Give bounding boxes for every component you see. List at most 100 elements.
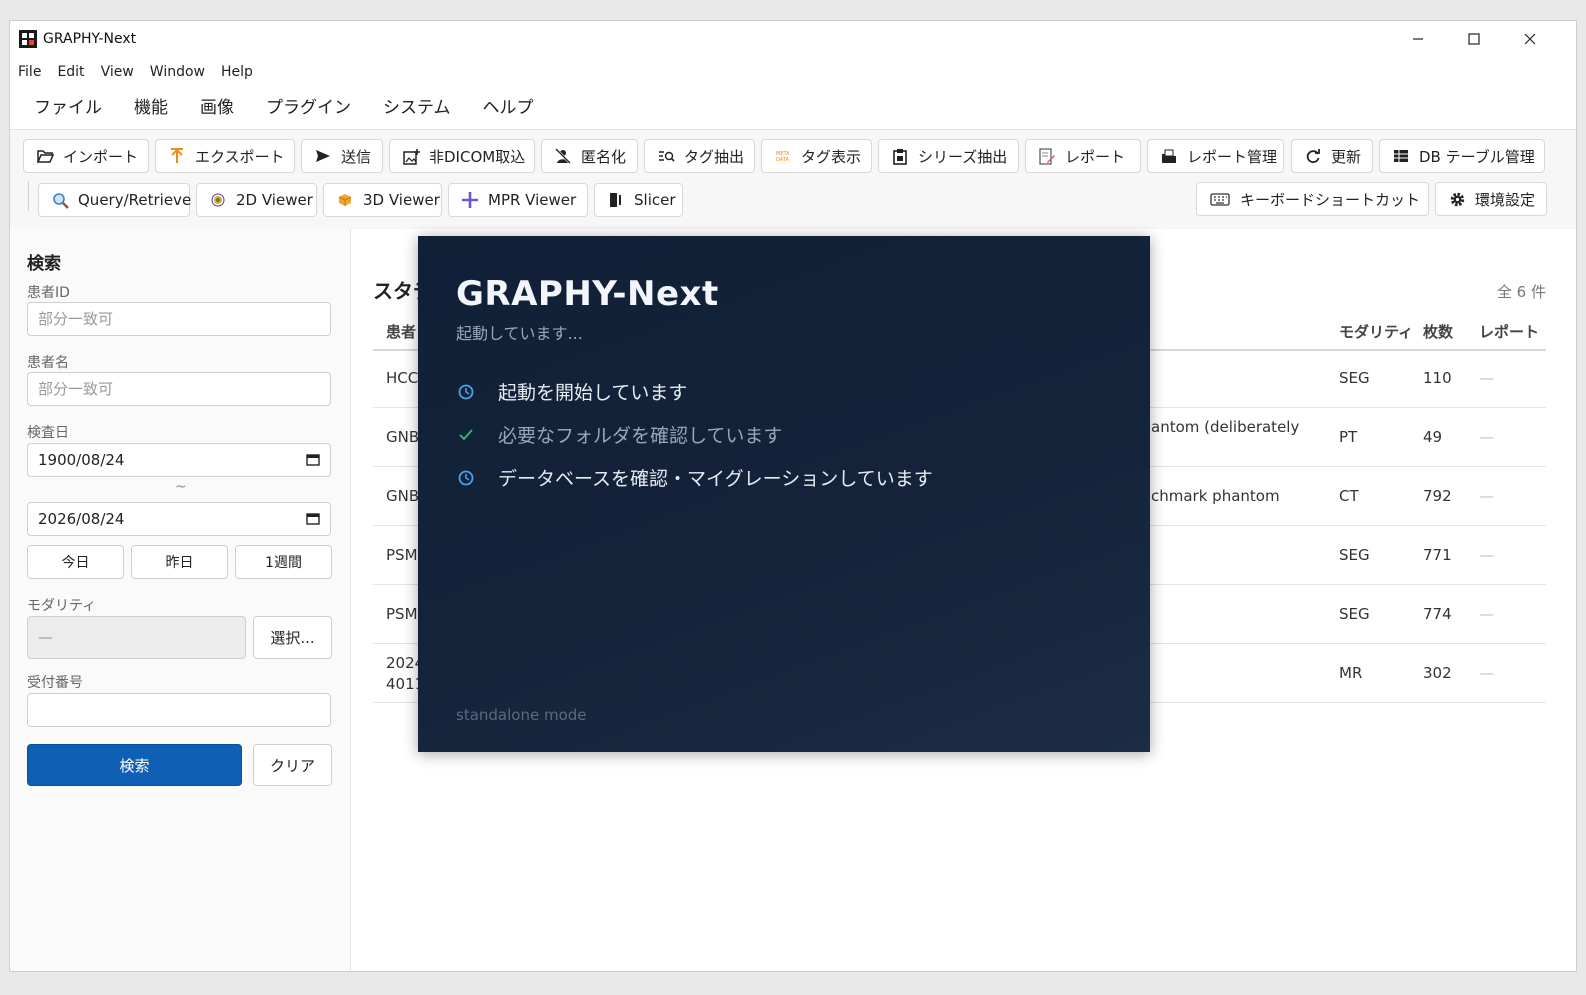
startup-step-text: データベースを確認・マイグレーションしています (498, 468, 933, 490)
col-patient[interactable]: 患者 (386, 321, 416, 342)
today-button[interactable]: 今日 (27, 545, 124, 579)
studies-count: 全 6 件 (1496, 283, 1546, 301)
jmenu-file[interactable]: ファイル (18, 95, 118, 121)
cell-count: 110 (1423, 369, 1452, 387)
tag-display-button[interactable]: META DATA タグ表示 (761, 139, 872, 173)
splash-subtitle: 起動しています... (456, 324, 583, 343)
yesterday-button[interactable]: 昨日 (131, 545, 228, 579)
menu-bar: File Edit View Window Help (10, 61, 261, 83)
series-extract-icon (891, 147, 909, 165)
slicer-icon (607, 191, 625, 209)
calendar-icon (306, 454, 320, 466)
report-button[interactable]: レポート (1025, 139, 1141, 173)
tag-extract-button[interactable]: タグ抽出 (644, 139, 755, 173)
cell-modality: SEG (1339, 605, 1370, 623)
date-from-value: 1900/08/24 (38, 451, 125, 469)
anonymize-icon (554, 147, 572, 165)
export-button[interactable]: エクスポート (155, 139, 295, 173)
tag-display-label: タグ表示 (801, 147, 862, 166)
col-count[interactable]: 枚数 (1423, 321, 1453, 342)
title-bar: GRAPHY-Next (10, 21, 1576, 57)
date-to-input[interactable]: 2026/08/24 (27, 502, 331, 536)
tag-extract-label: タグ抽出 (684, 147, 745, 166)
startup-step: 起動を開始しています (456, 378, 687, 405)
slicer-button[interactable]: Slicer (594, 183, 683, 217)
accession-label: 受付番号 (27, 675, 83, 691)
series-extract-button[interactable]: シリーズ抽出 (878, 139, 1019, 173)
accession-input[interactable] (27, 693, 331, 727)
viewer-3d-button[interactable]: 3D Viewer (323, 183, 442, 217)
magnifier-icon (51, 191, 69, 209)
search-panel-title: 検索 (27, 254, 61, 274)
col-modality[interactable]: モダリティ (1339, 321, 1413, 342)
anonymize-button[interactable]: 匿名化 (541, 139, 638, 173)
menu-edit[interactable]: Edit (49, 61, 92, 83)
cell-patient: GNB (386, 428, 420, 446)
date-to-value: 2026/08/24 (38, 510, 125, 528)
app-logo-icon (19, 30, 37, 48)
cell-report: — (1479, 369, 1494, 387)
cell-count: 774 (1423, 605, 1452, 623)
report-label: レポート (1065, 147, 1126, 166)
viewer-2d-button[interactable]: 2D Viewer (196, 183, 317, 217)
non-dicom-import-label: 非DICOM取込 (429, 147, 526, 166)
keyboard-shortcut-button[interactable]: キーボードショートカット (1196, 182, 1429, 216)
cell-report: — (1479, 428, 1494, 446)
cell-modality: SEG (1339, 369, 1370, 387)
patient-id-input[interactable]: 部分一致可 (27, 302, 331, 336)
refresh-button[interactable]: 更新 (1291, 139, 1373, 173)
mpr-viewer-button[interactable]: MPR Viewer (448, 183, 588, 217)
date-from-input[interactable]: 1900/08/24 (27, 443, 331, 477)
search-button[interactable]: 検索 (27, 744, 242, 786)
menu-window[interactable]: Window (142, 61, 213, 83)
date-range-tilde: ~ (175, 479, 187, 495)
jmenu-help[interactable]: ヘルプ (467, 95, 550, 121)
import-label: インポート (63, 147, 139, 166)
one-week-button[interactable]: 1週間 (235, 545, 332, 579)
cell-modality: SEG (1339, 546, 1370, 564)
modality-label: モダリティ (27, 598, 97, 614)
cell-count: 49 (1423, 428, 1443, 446)
startup-splash: GRAPHY-Next 起動しています... 起動を開始しています 必要なフォル… (418, 236, 1150, 752)
plus-cross-icon (461, 191, 479, 209)
toolbar-separator (28, 181, 29, 211)
tag-search-icon (657, 147, 675, 165)
menu-help[interactable]: Help (213, 61, 261, 83)
send-button[interactable]: 送信 (301, 139, 383, 173)
report-manage-button[interactable]: レポート管理 (1147, 139, 1284, 173)
maximize-button[interactable] (1446, 21, 1502, 57)
patient-id-label: 患者ID (27, 285, 70, 301)
query-retrieve-button[interactable]: Query/Retrieve (38, 183, 192, 217)
col-report[interactable]: レポート (1479, 321, 1539, 342)
jmenu-system[interactable]: システム (367, 95, 467, 121)
search-panel: 検索 患者ID 部分一致可 患者名 部分一致可 検査日 1900/08/24 ~… (10, 229, 351, 971)
cell-report: — (1479, 664, 1494, 682)
query-retrieve-label: Query/Retrieve (78, 191, 192, 209)
db-table-manage-label: DB テーブル管理 (1419, 147, 1535, 166)
check-icon (456, 425, 476, 445)
minimize-button[interactable] (1390, 21, 1446, 57)
non-dicom-import-button[interactable]: 非DICOM取込 (389, 139, 535, 173)
jmenu-image[interactable]: 画像 (184, 95, 250, 121)
close-button[interactable] (1502, 21, 1558, 57)
jmenu-function[interactable]: 機能 (118, 95, 184, 121)
db-table-manage-button[interactable]: DB テーブル管理 (1379, 139, 1545, 173)
cell-modality: MR (1339, 664, 1363, 682)
study-date-label: 検査日 (27, 425, 69, 441)
db-table-icon (1392, 147, 1410, 165)
preferences-button[interactable]: 環境設定 (1435, 182, 1547, 216)
startup-step: 必要なフォルダを確認しています (456, 421, 782, 448)
clock-progress-icon (456, 382, 476, 402)
modality-select-button[interactable]: 選択... (253, 616, 332, 659)
splash-mode-footer: standalone mode (456, 706, 587, 724)
patient-name-input[interactable]: 部分一致可 (27, 372, 331, 406)
clear-button[interactable]: クリア (253, 744, 332, 786)
cell-report: — (1479, 546, 1494, 564)
jmenu-plugin[interactable]: プラグイン (250, 95, 367, 121)
startup-step: データベースを確認・マイグレーションしています (456, 464, 933, 491)
menu-view[interactable]: View (93, 61, 142, 83)
cell-count: 302 (1423, 664, 1452, 682)
clock-progress-icon (456, 468, 476, 488)
import-button[interactable]: インポート (23, 139, 149, 173)
menu-file[interactable]: File (10, 61, 49, 83)
